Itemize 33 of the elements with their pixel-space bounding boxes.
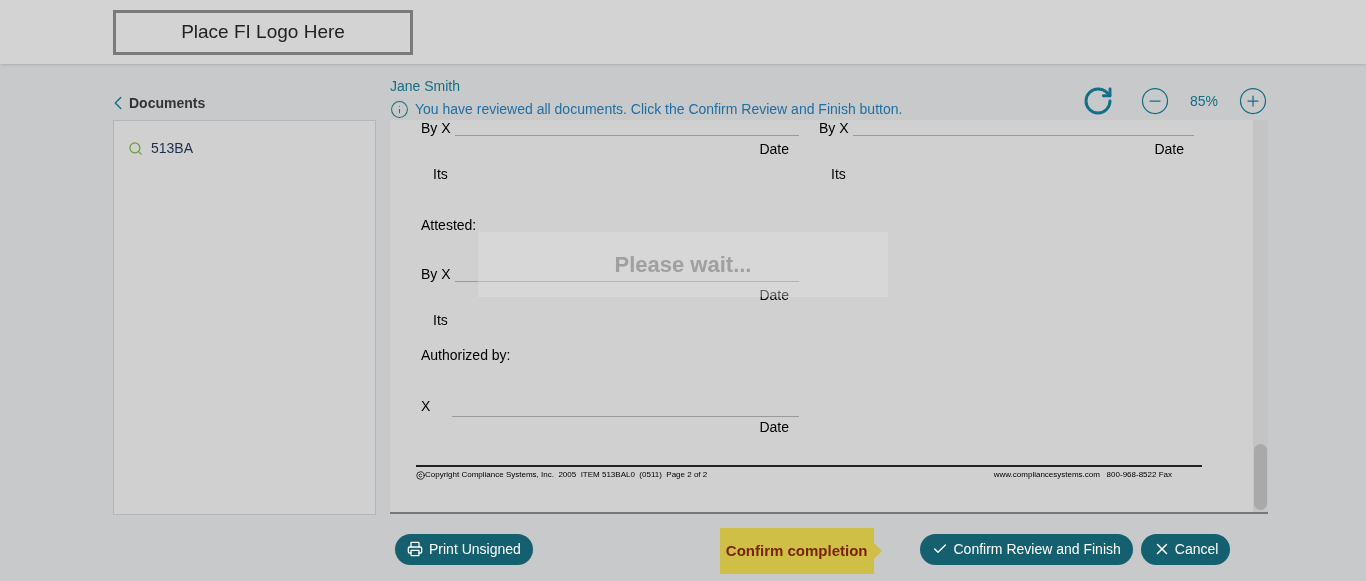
- zoom-level: 85%: [1189, 91, 1218, 111]
- scrollbar[interactable]: [1253, 120, 1268, 512]
- printer-icon: [407, 541, 423, 557]
- back-link[interactable]: Documents: [113, 92, 206, 114]
- logo-text: Place FI Logo Here: [181, 19, 345, 44]
- document-item[interactable]: 513BA: [124, 136, 198, 161]
- footer-text: www.compliancesystems.com 800-968-8522 Fax: [993, 469, 1172, 481]
- zoom-out-button[interactable]: [1139, 86, 1170, 116]
- signature-label: By X: [421, 119, 451, 138]
- tooltip-arrow-icon: [873, 543, 882, 559]
- cancel-button[interactable]: Cancel: [1140, 533, 1231, 565]
- tooltip: Confirm completion: [719, 528, 874, 574]
- confirm-button[interactable]: Confirm Review and Finish: [919, 533, 1133, 565]
- its-label: Its: [433, 311, 449, 330]
- user-name: Jane Smith: [390, 77, 462, 96]
- attested-label: Attested:: [421, 216, 478, 235]
- print-unsigned-button[interactable]: Print Unsigned: [395, 533, 533, 565]
- signature-label: By X: [819, 119, 849, 138]
- footer-text: Copyright Compliance Systems, Inc. 2005 ITEM 513BAL0 (0511) Page 2 of 2: [425, 469, 708, 481]
- date-label: Date: [759, 286, 789, 305]
- notice-text: You have reviewed all documents. Click the Confirm Review and Finish button.: [415, 100, 903, 119]
- date-label: Date: [759, 418, 789, 437]
- its-label: Its: [433, 165, 449, 184]
- signature-label: By X: [421, 265, 451, 284]
- its-label: Its: [831, 165, 847, 184]
- date-label: Date: [759, 140, 789, 159]
- date-label: Date: [1154, 140, 1184, 159]
- info-icon: [390, 100, 409, 119]
- signature-label: X: [421, 397, 431, 416]
- copyright-icon: [416, 470, 425, 480]
- zoom-in-button[interactable]: [1238, 86, 1268, 116]
- search-icon: [128, 141, 143, 156]
- authorized-label: Authorized by:: [421, 346, 512, 365]
